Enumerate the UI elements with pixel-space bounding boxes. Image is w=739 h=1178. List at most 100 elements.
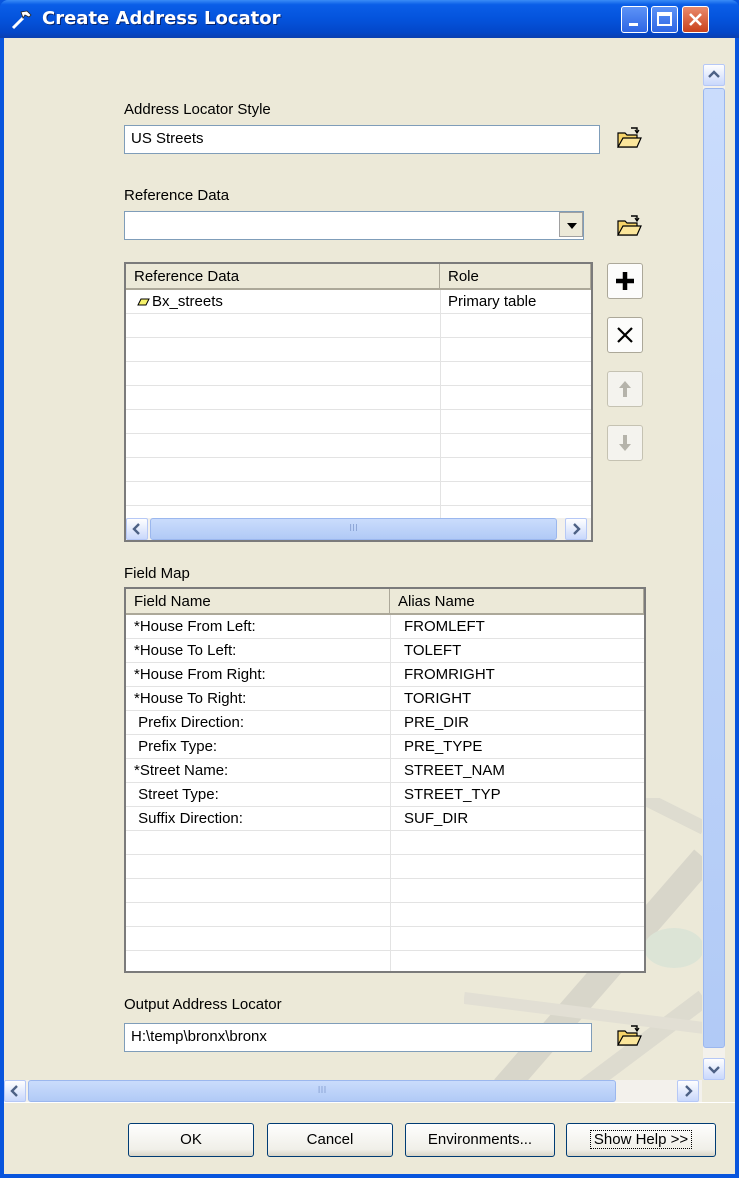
dialog-window: Create Address Locator Address Locator S… bbox=[0, 0, 739, 1178]
scroll-thumb[interactable]: III bbox=[28, 1080, 616, 1102]
output-address-locator-input[interactable]: H:\temp\bronx\bronx bbox=[124, 1023, 592, 1052]
minimize-icon bbox=[629, 23, 638, 26]
main-vscrollbar[interactable] bbox=[703, 64, 725, 1080]
open-folder-icon[interactable] bbox=[615, 213, 643, 239]
table-row[interactable]: Street Type: STREET_TYP bbox=[126, 783, 644, 807]
maximize-button[interactable] bbox=[651, 6, 678, 33]
close-button[interactable] bbox=[682, 6, 709, 33]
show-help-button[interactable]: Show Help >> bbox=[566, 1123, 716, 1157]
alias-name-cell[interactable]: SUF_DIR bbox=[398, 807, 644, 831]
output-address-locator-label: Output Address Locator bbox=[124, 996, 282, 1013]
button-bar: OK Cancel Environments... Show Help >> bbox=[4, 1102, 735, 1174]
arrow-down-icon bbox=[619, 435, 631, 451]
column-header-role[interactable]: Role bbox=[440, 264, 591, 290]
field-name-cell: Suffix Direction: bbox=[134, 810, 243, 827]
table-row bbox=[126, 855, 644, 879]
table-row[interactable]: Prefix Direction: PRE_DIR bbox=[126, 711, 644, 735]
plus-icon bbox=[616, 272, 634, 290]
column-header-alias-name[interactable]: Alias Name bbox=[390, 589, 644, 615]
table-row bbox=[126, 362, 591, 386]
ok-button[interactable]: OK bbox=[128, 1123, 254, 1157]
column-header-reference-data[interactable]: Reference Data bbox=[126, 264, 440, 290]
table-row[interactable]: *House From Right: FROMRIGHT bbox=[126, 663, 644, 687]
alias-name-cell[interactable]: FROMLEFT bbox=[398, 615, 644, 639]
address-locator-style-input[interactable]: US Streets bbox=[124, 125, 600, 154]
scroll-left-button[interactable] bbox=[126, 518, 148, 540]
field-name-cell: *House To Right: bbox=[134, 690, 247, 707]
reference-data-table[interactable]: Reference Data Role Bx_streets Primary t… bbox=[124, 262, 593, 542]
scroll-right-button[interactable] bbox=[677, 1080, 699, 1102]
scroll-thumb[interactable]: III bbox=[150, 518, 557, 540]
maximize-icon bbox=[657, 12, 672, 26]
reference-data-label: Reference Data bbox=[124, 187, 230, 204]
x-icon bbox=[617, 327, 633, 343]
table-row bbox=[126, 458, 591, 482]
parameters-pane: Address Locator Style US Streets Referen… bbox=[4, 38, 702, 1080]
field-map-table[interactable]: Field Name Alias Name *House From Left: F… bbox=[124, 587, 646, 973]
chevron-left-icon bbox=[10, 1085, 18, 1097]
close-icon bbox=[689, 13, 702, 26]
alias-name-cell[interactable]: TOLEFT bbox=[398, 639, 644, 663]
field-name-cell: *Street Name: bbox=[134, 762, 229, 779]
environments-button[interactable]: Environments... bbox=[405, 1123, 555, 1157]
column-header-field-name[interactable]: Field Name bbox=[126, 589, 390, 615]
vertical-scroll-thumb[interactable] bbox=[703, 88, 725, 1048]
table-row[interactable]: Bx_streets Primary table bbox=[126, 290, 591, 314]
remove-button[interactable] bbox=[607, 317, 643, 353]
cancel-button[interactable]: Cancel bbox=[267, 1123, 393, 1157]
table-row[interactable]: *House To Left: TOLEFT bbox=[126, 639, 644, 663]
scroll-left-button[interactable] bbox=[4, 1080, 26, 1102]
alias-name-cell[interactable]: PRE_DIR bbox=[398, 711, 644, 735]
field-name-cell: Prefix Type: bbox=[134, 738, 218, 755]
table-row bbox=[126, 338, 591, 362]
move-down-button[interactable] bbox=[607, 425, 643, 461]
table-row bbox=[126, 879, 644, 903]
title-bar[interactable]: Create Address Locator bbox=[0, 0, 739, 38]
window-title: Create Address Locator bbox=[42, 8, 281, 29]
chevron-down-icon[interactable] bbox=[559, 212, 583, 237]
arrow-up-icon bbox=[619, 381, 631, 397]
open-folder-icon[interactable] bbox=[615, 125, 643, 151]
reference-data-combo[interactable] bbox=[124, 211, 584, 240]
alias-name-cell[interactable]: PRE_TYPE bbox=[398, 735, 644, 759]
dialog-client: Address Locator Style US Streets Referen… bbox=[4, 38, 735, 1174]
table-row bbox=[126, 314, 591, 338]
minimize-button[interactable] bbox=[621, 6, 648, 33]
table-row[interactable]: Prefix Type: PRE_TYPE bbox=[126, 735, 644, 759]
show-help-label: Show Help >> bbox=[589, 1130, 693, 1149]
polyline-feature-icon bbox=[137, 298, 150, 306]
alias-name-cell[interactable]: STREET_TYP bbox=[398, 783, 644, 807]
chevron-up-icon bbox=[708, 70, 720, 78]
chevron-right-icon bbox=[573, 523, 581, 535]
move-up-button[interactable] bbox=[607, 371, 643, 407]
scroll-right-button[interactable] bbox=[565, 518, 587, 540]
alias-name-cell[interactable]: TORIGHT bbox=[398, 687, 644, 711]
add-button[interactable] bbox=[607, 263, 643, 299]
hammer-icon bbox=[11, 10, 32, 30]
address-locator-style-label: Address Locator Style bbox=[124, 101, 271, 118]
table-row bbox=[126, 482, 591, 506]
open-folder-icon[interactable] bbox=[615, 1023, 643, 1049]
reference-table-hscrollbar[interactable]: III bbox=[126, 518, 591, 540]
chevron-left-icon bbox=[132, 523, 140, 535]
field-name-cell: Street Type: bbox=[134, 786, 219, 803]
table-row bbox=[126, 386, 591, 410]
table-row bbox=[126, 831, 644, 855]
field-map-label: Field Map bbox=[124, 565, 190, 582]
table-row[interactable]: Suffix Direction: SUF_DIR bbox=[126, 807, 644, 831]
main-hscrollbar[interactable]: III bbox=[4, 1080, 702, 1102]
scroll-up-button[interactable] bbox=[703, 64, 725, 86]
table-row bbox=[126, 410, 591, 434]
alias-name-cell[interactable]: STREET_NAM bbox=[398, 759, 644, 783]
field-name-cell: *House From Right: bbox=[134, 666, 266, 683]
scroll-down-button[interactable] bbox=[703, 1058, 725, 1080]
table-row[interactable]: *House From Left: FROMLEFT bbox=[126, 615, 644, 639]
table-row bbox=[126, 927, 644, 951]
field-name-cell: *House From Left: bbox=[134, 618, 256, 635]
table-row[interactable]: *House To Right: TORIGHT bbox=[126, 687, 644, 711]
table-row bbox=[126, 434, 591, 458]
table-row[interactable]: *Street Name: STREET_NAM bbox=[126, 759, 644, 783]
alias-name-cell[interactable]: FROMRIGHT bbox=[398, 663, 644, 687]
chevron-right-icon bbox=[685, 1085, 693, 1097]
reference-data-name: Bx_streets bbox=[152, 293, 223, 310]
